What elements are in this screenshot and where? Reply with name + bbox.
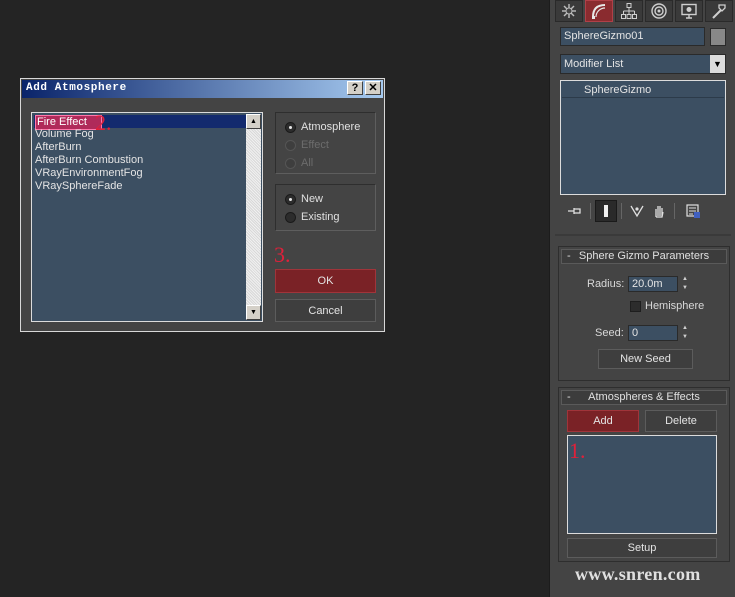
tab-utilities[interactable]	[705, 0, 733, 22]
add-atmosphere-button[interactable]: Add	[567, 410, 639, 432]
panel-divider	[555, 234, 731, 236]
list-scrollbar[interactable]: ▲ ▼	[246, 114, 261, 320]
tab-modify[interactable]	[585, 0, 613, 22]
close-button[interactable]: ✕	[365, 81, 381, 95]
atmosphere-list[interactable]: Fire Effect Volume Fog AfterBurn AfterBurn …	[31, 112, 263, 322]
hierarchy-icon	[621, 3, 637, 19]
command-panel: SphereGizmo01 Modifier List ▼ SphereGizm…	[549, 0, 735, 597]
rollout-title: Sphere Gizmo Parameters	[578, 250, 710, 262]
seed-label: Seed:	[595, 327, 624, 339]
modifier-list-label: Modifier List	[564, 58, 624, 70]
rollout-title: Atmospheres & Effects	[588, 391, 700, 403]
atmosphere-list-item[interactable]: VRayEnvironmentFog	[34, 167, 143, 180]
pin-stack-button[interactable]	[564, 200, 586, 222]
annotation-step-3: 3.	[274, 242, 291, 267]
make-unique-icon	[630, 205, 644, 218]
close-icon: ✕	[368, 81, 378, 94]
radius-spinner-arrows[interactable]: ▲ ▼	[680, 276, 690, 292]
dialog-titlebar[interactable]: Add Atmosphere	[22, 80, 383, 98]
source-group: New Existing	[275, 184, 376, 231]
hand-icon	[655, 206, 664, 218]
tab-display[interactable]	[675, 0, 703, 22]
utilities-icon	[712, 4, 726, 19]
collapse-icon: -	[567, 250, 571, 262]
tab-motion[interactable]	[645, 0, 673, 22]
collapse-icon: -	[567, 391, 571, 403]
rollout-header-sphere-gizmo[interactable]: Sphere Gizmo Parameters -	[561, 249, 727, 264]
type-group: Atmosphere Effect All	[275, 112, 376, 174]
stack-item-spheregizmo[interactable]: SphereGizmo	[562, 82, 724, 98]
radio-button[interactable]	[285, 140, 296, 151]
object-name-field[interactable]: SphereGizmo01	[560, 27, 705, 46]
atmosphere-item-label: Volume Fog	[35, 128, 94, 140]
radio-button[interactable]	[285, 212, 296, 223]
add-atmosphere-dialog: Add Atmosphere ? ✕ Fire Effect Volume Fog…	[20, 78, 385, 332]
radius-label: Radius:	[587, 278, 625, 290]
radio-button[interactable]	[285, 158, 296, 169]
help-button[interactable]: ?	[347, 81, 363, 95]
rollout-atmospheres-effects: Atmospheres & Effects - Add Delete Setup	[558, 387, 730, 562]
object-color-swatch[interactable]	[710, 28, 726, 46]
watermark: www.snren.com	[575, 564, 701, 584]
chevron-down-icon[interactable]: ▼	[710, 55, 725, 73]
stack-toolbar	[564, 200, 724, 222]
atmosphere-item-label: VRayEnvironmentFog	[35, 167, 143, 179]
modifier-stack: SphereGizmo	[560, 80, 726, 195]
atmosphere-item-label: AfterBurn	[35, 141, 82, 153]
display-icon	[681, 3, 697, 19]
atmosphere-list-item[interactable]: AfterBurn	[34, 141, 81, 154]
seed-spinner-arrows[interactable]: ▲ ▼	[680, 325, 690, 341]
radio-label: Atmosphere	[301, 121, 361, 133]
setup-button[interactable]: Setup	[567, 538, 717, 558]
hemisphere-label: Hemisphere	[645, 300, 705, 312]
make-unique-button[interactable]	[626, 200, 648, 222]
tab-hierarchy[interactable]	[615, 0, 643, 22]
annotation-step-2: 2.	[95, 110, 112, 135]
seed-input[interactable]: 0	[628, 325, 678, 341]
atmosphere-list-item[interactable]: AfterBurn Combustion	[34, 154, 143, 167]
radio-button[interactable]	[285, 122, 296, 133]
radio-button[interactable]	[285, 194, 296, 205]
delete-atmosphere-button[interactable]: Delete	[645, 410, 717, 432]
scroll-down-icon[interactable]: ▼	[246, 305, 261, 320]
radio-label: New	[301, 193, 324, 205]
radio-label: Existing	[301, 211, 340, 223]
ok-button[interactable]: OK	[275, 269, 376, 293]
atmosphere-list-item[interactable]: Volume Fog	[34, 128, 94, 141]
radio-label: All	[301, 157, 314, 169]
scroll-up-icon[interactable]: ▲	[246, 114, 261, 129]
modifier-list-dropdown[interactable]: Modifier List ▼	[560, 54, 726, 74]
hemisphere-checkbox[interactable]	[630, 301, 641, 312]
remove-modifier-button[interactable]	[648, 200, 670, 222]
rollout-header-atmospheres[interactable]: Atmospheres & Effects -	[561, 390, 727, 405]
dialog-title: Add Atmosphere	[26, 82, 127, 94]
atmosphere-list-item[interactable]: Fire Effect	[34, 115, 247, 130]
motion-icon	[651, 3, 667, 19]
atmosphere-list-item[interactable]: VRaySphereFade	[34, 180, 122, 193]
rollout-sphere-gizmo-parameters: Sphere Gizmo Parameters - Radius: 20.0m …	[558, 246, 730, 381]
create-icon	[562, 4, 576, 18]
atmosphere-item-label: AfterBurn Combustion	[35, 154, 144, 166]
command-panel-tabs	[555, 0, 733, 22]
configure-modifier-sets-button[interactable]	[682, 200, 704, 222]
radio-label: Effect	[301, 139, 329, 151]
show-end-result-button[interactable]	[595, 200, 617, 222]
pin-icon	[568, 208, 581, 214]
modify-icon	[592, 4, 606, 19]
new-seed-button[interactable]: New Seed	[598, 349, 693, 369]
cancel-button[interactable]: Cancel	[275, 299, 376, 322]
configure-icon	[686, 204, 700, 218]
annotation-step-1: 1.	[569, 438, 586, 463]
atmosphere-item-label: VRaySphereFade	[35, 180, 123, 192]
show-end-result-icon	[604, 205, 608, 217]
atmospheres-list[interactable]	[567, 435, 717, 534]
tab-create[interactable]	[555, 0, 583, 22]
radius-input[interactable]: 20.0m	[628, 276, 678, 292]
